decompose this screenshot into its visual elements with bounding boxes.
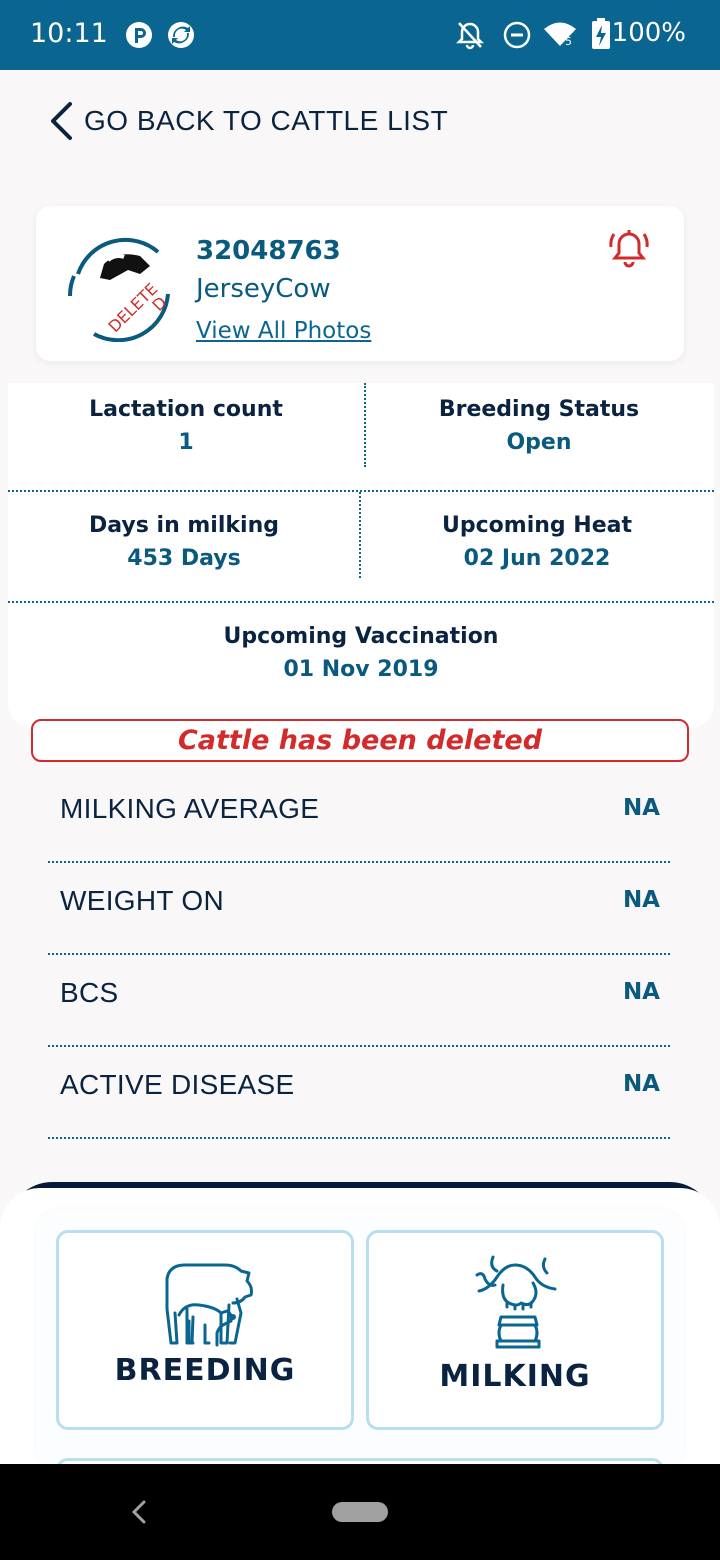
stat-upcoming-vaccination: Upcoming Vaccination 01 Nov 2019 — [8, 624, 714, 682]
cow-calf-icon — [165, 1263, 253, 1347]
stat-value: 1 — [178, 430, 194, 455]
nav-back-icon[interactable] — [128, 1498, 150, 1526]
do-not-disturb-icon — [503, 21, 531, 49]
bell-off-icon — [456, 22, 484, 50]
cattle-breed: JerseyCow — [196, 274, 331, 304]
info-label: MILKING AVERAGE — [60, 793, 320, 824]
info-value: NA — [622, 979, 660, 1005]
stat-value: 02 Jun 2022 — [463, 546, 611, 571]
sync-icon — [168, 22, 194, 48]
stat-label: Upcoming Heat — [442, 513, 632, 538]
milking-module-button[interactable]: MILKING — [366, 1230, 664, 1430]
milking-icon — [475, 1255, 557, 1349]
info-label: BCS — [60, 977, 119, 1008]
stat-days-in-milking: Days in milking 453 Days — [8, 513, 360, 571]
battery-percent: 100% — [611, 18, 686, 48]
stat-label: Lactation count — [89, 397, 283, 422]
info-value: NA — [622, 1071, 660, 1097]
info-value: NA — [622, 887, 660, 913]
stat-label: Days in milking — [89, 513, 279, 538]
status-time: 10:11 — [30, 18, 108, 49]
cattle-stats-panel: Lactation count 1 Breeding Status Open D… — [8, 383, 714, 728]
back-label: GO BACK TO CATTLE LIST — [84, 105, 449, 136]
deleted-banner: Cattle has been deleted — [31, 719, 689, 762]
parking-icon — [126, 22, 152, 48]
info-row-milking-average: MILKING AVERAGE NA — [48, 771, 670, 863]
stat-value: 453 Days — [127, 546, 241, 571]
network-badge: 5 — [565, 35, 572, 48]
status-bar: 10:11 5 100% — [0, 0, 720, 70]
stat-lactation-count: Lactation count 1 — [8, 397, 364, 455]
info-row-bcs: BCS NA — [48, 955, 670, 1047]
stat-label: Upcoming Vaccination — [223, 624, 499, 649]
milking-label: MILKING — [439, 1359, 591, 1394]
stat-breeding-status: Breeding Status Open — [364, 397, 714, 455]
cattle-avatar[interactable]: DELETE D — [64, 234, 172, 342]
breeding-label: BREEDING — [114, 1353, 296, 1388]
battery-icon — [592, 18, 610, 49]
stat-value: Open — [506, 430, 572, 455]
cattle-id: 32048763 — [196, 236, 341, 266]
info-label: WEIGHT ON — [60, 885, 224, 916]
bell-icon[interactable] — [608, 228, 650, 270]
stat-label: Breeding Status — [438, 397, 640, 422]
info-value: NA — [622, 795, 660, 821]
breeding-module-button[interactable]: BREEDING — [56, 1230, 354, 1430]
stat-upcoming-heat: Upcoming Heat 02 Jun 2022 — [360, 513, 714, 571]
wifi-icon: 5 — [544, 22, 576, 48]
info-row-weight-on: WEIGHT ON NA — [48, 863, 670, 955]
info-row-active-disease: ACTIVE DISEASE NA — [48, 1047, 670, 1139]
stat-value: 01 Nov 2019 — [283, 657, 439, 682]
cattle-profile-card: DELETE D 32048763 JerseyCow View All Pho… — [36, 206, 684, 361]
divider — [8, 601, 714, 603]
nav-home-pill[interactable] — [332, 1502, 388, 1522]
divider — [8, 490, 714, 492]
info-label: ACTIVE DISEASE — [60, 1069, 295, 1100]
back-to-cattle-list[interactable]: GO BACK TO CATTLE LIST — [48, 98, 448, 144]
chevron-left-icon — [51, 102, 72, 140]
view-all-photos-link[interactable]: View All Photos — [196, 318, 371, 344]
